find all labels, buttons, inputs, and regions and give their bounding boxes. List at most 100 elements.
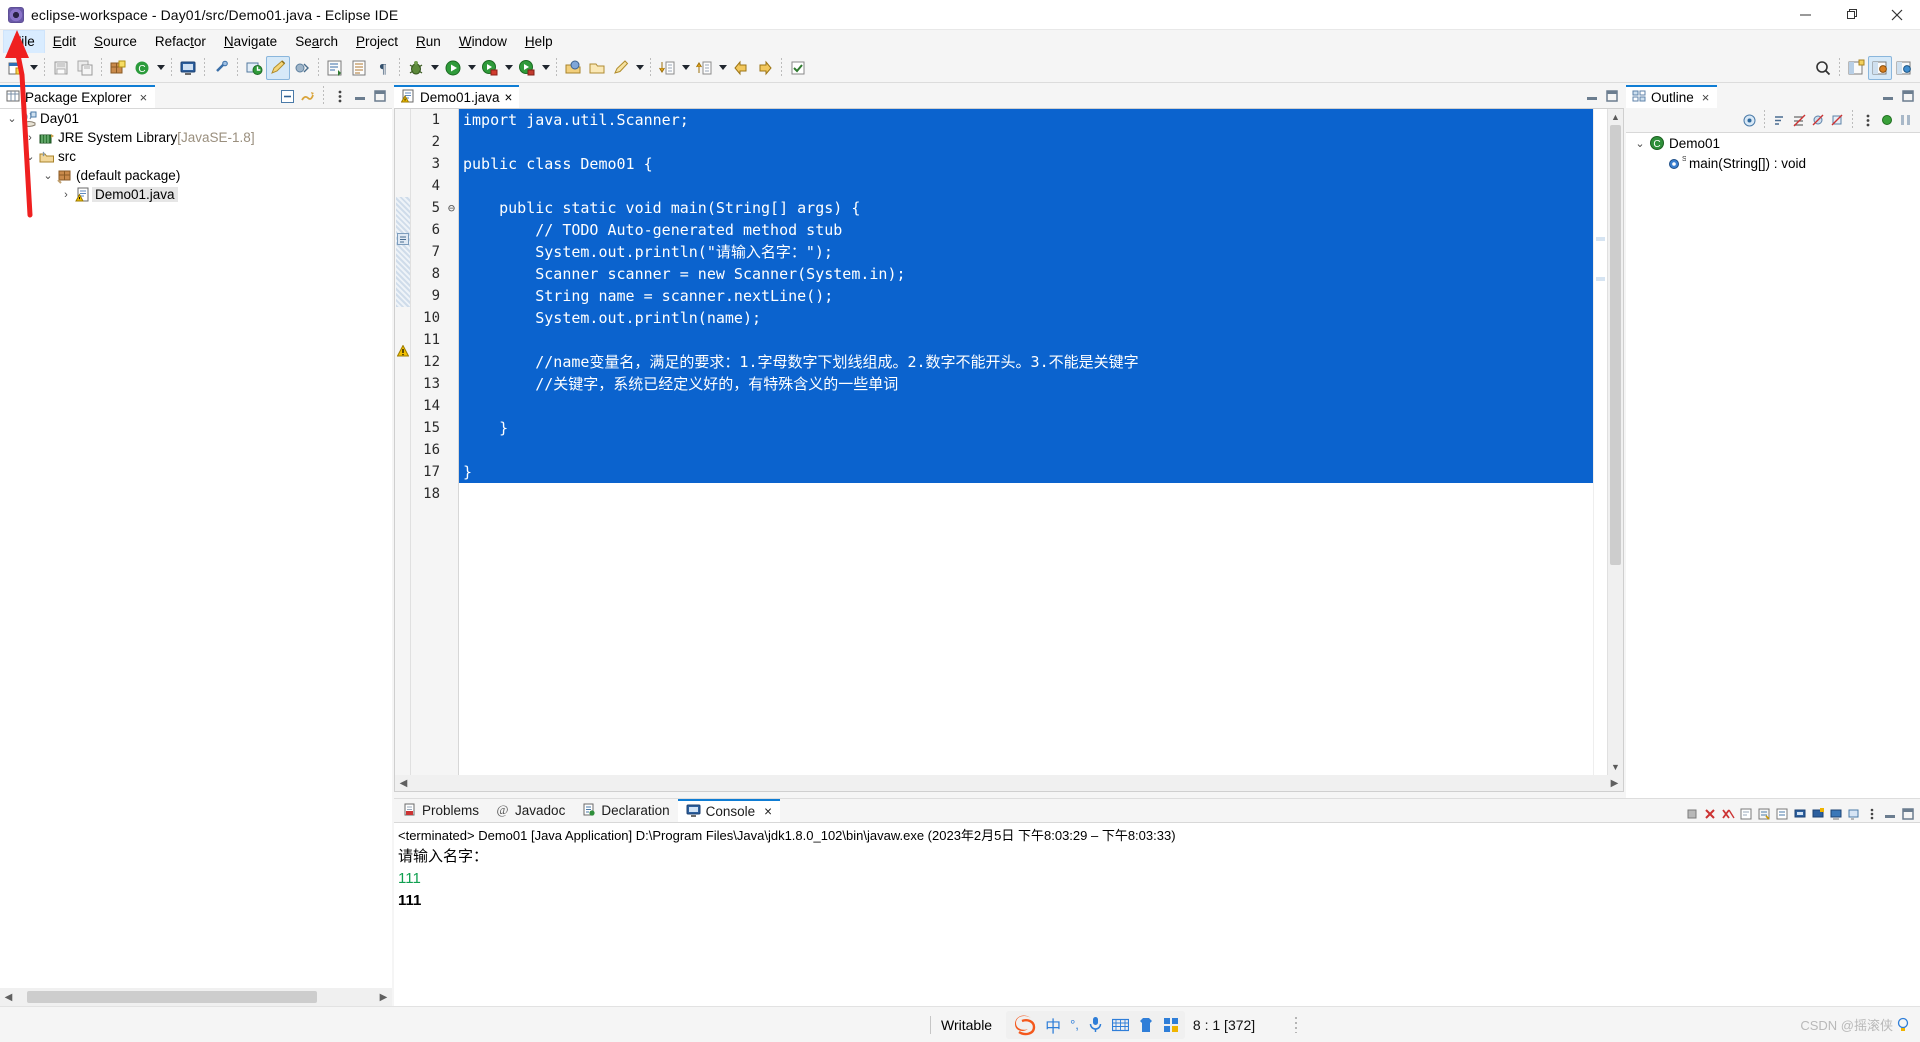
maximize-icon[interactable] [1900,88,1916,104]
hide-static-icon[interactable] [1810,112,1826,128]
back-icon[interactable] [729,56,753,80]
maximize-button[interactable] [1828,0,1874,30]
console-icon[interactable] [176,56,200,80]
tab-outline[interactable]: Outline × [1626,85,1718,108]
scroll-down-icon[interactable]: ▼ [1608,759,1623,775]
toggle-mark-icon[interactable] [786,56,810,80]
minimize-icon[interactable] [1880,88,1896,104]
view-menu-icon[interactable] [1864,806,1880,822]
chevron-down-icon[interactable]: ⌄ [40,169,56,182]
new-class-dropdown-arrow[interactable] [154,56,167,80]
chevron-right-icon[interactable]: › [58,189,74,201]
column-icon[interactable] [1898,112,1914,128]
external-tools-icon[interactable] [242,56,266,80]
code-editor[interactable]: 1 2 3 4 5 6 7 8 9 10 11 12 13 14 15 16 17 18 ⊖ import jav… [394,108,1624,792]
close-icon[interactable]: × [140,90,148,105]
open-type-icon[interactable] [561,56,585,80]
next-edit-dropdown-arrow[interactable] [679,56,692,80]
close-button[interactable] [1874,0,1920,30]
code-line[interactable]: System.out.println("请输入名字："); [459,241,1607,263]
maximize-icon[interactable] [1900,806,1916,822]
code-line[interactable]: String name = scanner.nextLine(); [459,285,1607,307]
hide-fields-icon[interactable] [1791,112,1807,128]
previous-edit-dropdown-arrow[interactable] [716,56,729,80]
link-with-editor-icon[interactable] [299,88,315,104]
quick-access-pencil-icon[interactable] [266,55,290,80]
view-menu-icon[interactable] [1860,112,1876,128]
run-as-dropdown-arrow[interactable] [502,56,515,80]
sort-icon[interactable] [1772,112,1788,128]
scroll-lock-icon[interactable] [1756,806,1772,822]
todo-marker-icon[interactable] [397,233,409,248]
new-dropdown-arrow[interactable] [27,56,40,80]
menu-item-help[interactable]: Help [516,31,562,53]
menu-item-window[interactable]: Window [450,31,516,53]
clear-console-icon[interactable] [1738,806,1754,822]
save-all-icon[interactable] [73,56,97,80]
debug-icon[interactable] [404,56,428,80]
status-drag-handle[interactable] [1295,1016,1298,1033]
menu-item-edit[interactable]: Edit [44,31,85,53]
maximize-icon[interactable] [1604,88,1620,104]
outline-row[interactable]: ⌄ C Demo01 [1626,133,1920,153]
code-line[interactable]: System.out.println(name); [459,307,1607,329]
warning-marker-icon[interactable] [396,344,410,360]
tree-row[interactable]: ⌄ src [0,147,392,166]
apps-icon[interactable] [1163,1017,1179,1033]
tab-problems[interactable]: Problems [394,799,487,822]
scroll-right-icon[interactable]: ▶ [375,988,392,1006]
open-perspective-icon[interactable] [1844,56,1868,80]
package-explorer-tree[interactable]: ⌄ Day01 › JRE System Library [JavaSE-1.8] ⌄ s… [0,108,392,988]
code-line[interactable] [459,329,1607,351]
coverage-icon[interactable] [515,56,539,80]
remove-launch-icon[interactable] [1702,806,1718,822]
code-line[interactable] [459,439,1607,461]
code-line[interactable]: } [459,417,1607,439]
show-console-on-output-icon[interactable] [1792,806,1808,822]
tree-row[interactable]: ⌄ Day01 [0,109,392,128]
code-line[interactable]: // TODO Auto-generated method stub [459,219,1607,241]
package-explorer-hscrollbar[interactable]: ◀ ▶ [0,988,392,1006]
scroll-left-icon[interactable]: ◀ [0,988,17,1006]
hscroll-thumb[interactable] [27,991,317,1003]
menu-item-refactor[interactable]: Refactor [146,31,215,53]
minimize-button[interactable] [1782,0,1828,30]
link-icon[interactable] [209,56,233,80]
tree-row[interactable]: › Demo01.java [0,185,392,204]
scroll-left-icon[interactable]: ◀ [395,774,412,792]
chevron-down-icon[interactable]: ⌄ [22,150,38,163]
word-wrap-icon[interactable] [1774,806,1790,822]
hide-nonpublic-icon[interactable] [1829,112,1845,128]
code-line[interactable] [459,131,1607,153]
fold-collapse-icon[interactable]: ⊖ [445,197,458,219]
ime-mode-chinese[interactable]: 中 [1045,1013,1061,1037]
run-dropdown-arrow[interactable] [465,56,478,80]
scroll-right-icon[interactable]: ▶ [1606,774,1623,792]
minimize-icon[interactable] [1584,88,1600,104]
close-icon[interactable]: × [764,804,772,819]
minimize-icon[interactable] [1882,806,1898,822]
menu-item-search[interactable]: Search [286,31,347,53]
new-java-class-icon[interactable]: C [130,56,154,80]
menu-item-run[interactable]: Run [407,31,450,53]
previous-edit-icon[interactable] [692,56,716,80]
tab-console[interactable]: Console × [677,799,781,822]
chevron-down-icon[interactable]: ⌄ [4,112,20,125]
chevron-right-icon[interactable]: › [22,132,38,144]
code-line[interactable]: public class Demo01 { [459,153,1607,175]
sogou-ime-icon[interactable] [1012,1013,1036,1037]
search-icon[interactable] [609,56,633,80]
editor-overview-ruler[interactable] [1593,109,1607,791]
run-as-icon[interactable] [478,56,502,80]
java-perspective-icon[interactable] [1868,55,1892,80]
menu-item-navigate[interactable]: Navigate [215,31,286,53]
outline-row[interactable]: Smain(String[]) : void [1626,153,1920,173]
console-output[interactable]: 请输入名字： 111 111 [394,845,1920,913]
run-icon[interactable] [441,56,465,80]
quick-access-search-icon[interactable] [1811,56,1835,80]
tab-package-explorer[interactable]: Package Explorer × [0,85,156,108]
editor-marker-bar[interactable] [395,109,411,791]
close-icon[interactable]: × [1702,90,1710,105]
code-line[interactable]: } [459,461,1607,483]
ime-toolbar[interactable]: 中 °, [1006,1010,1185,1039]
